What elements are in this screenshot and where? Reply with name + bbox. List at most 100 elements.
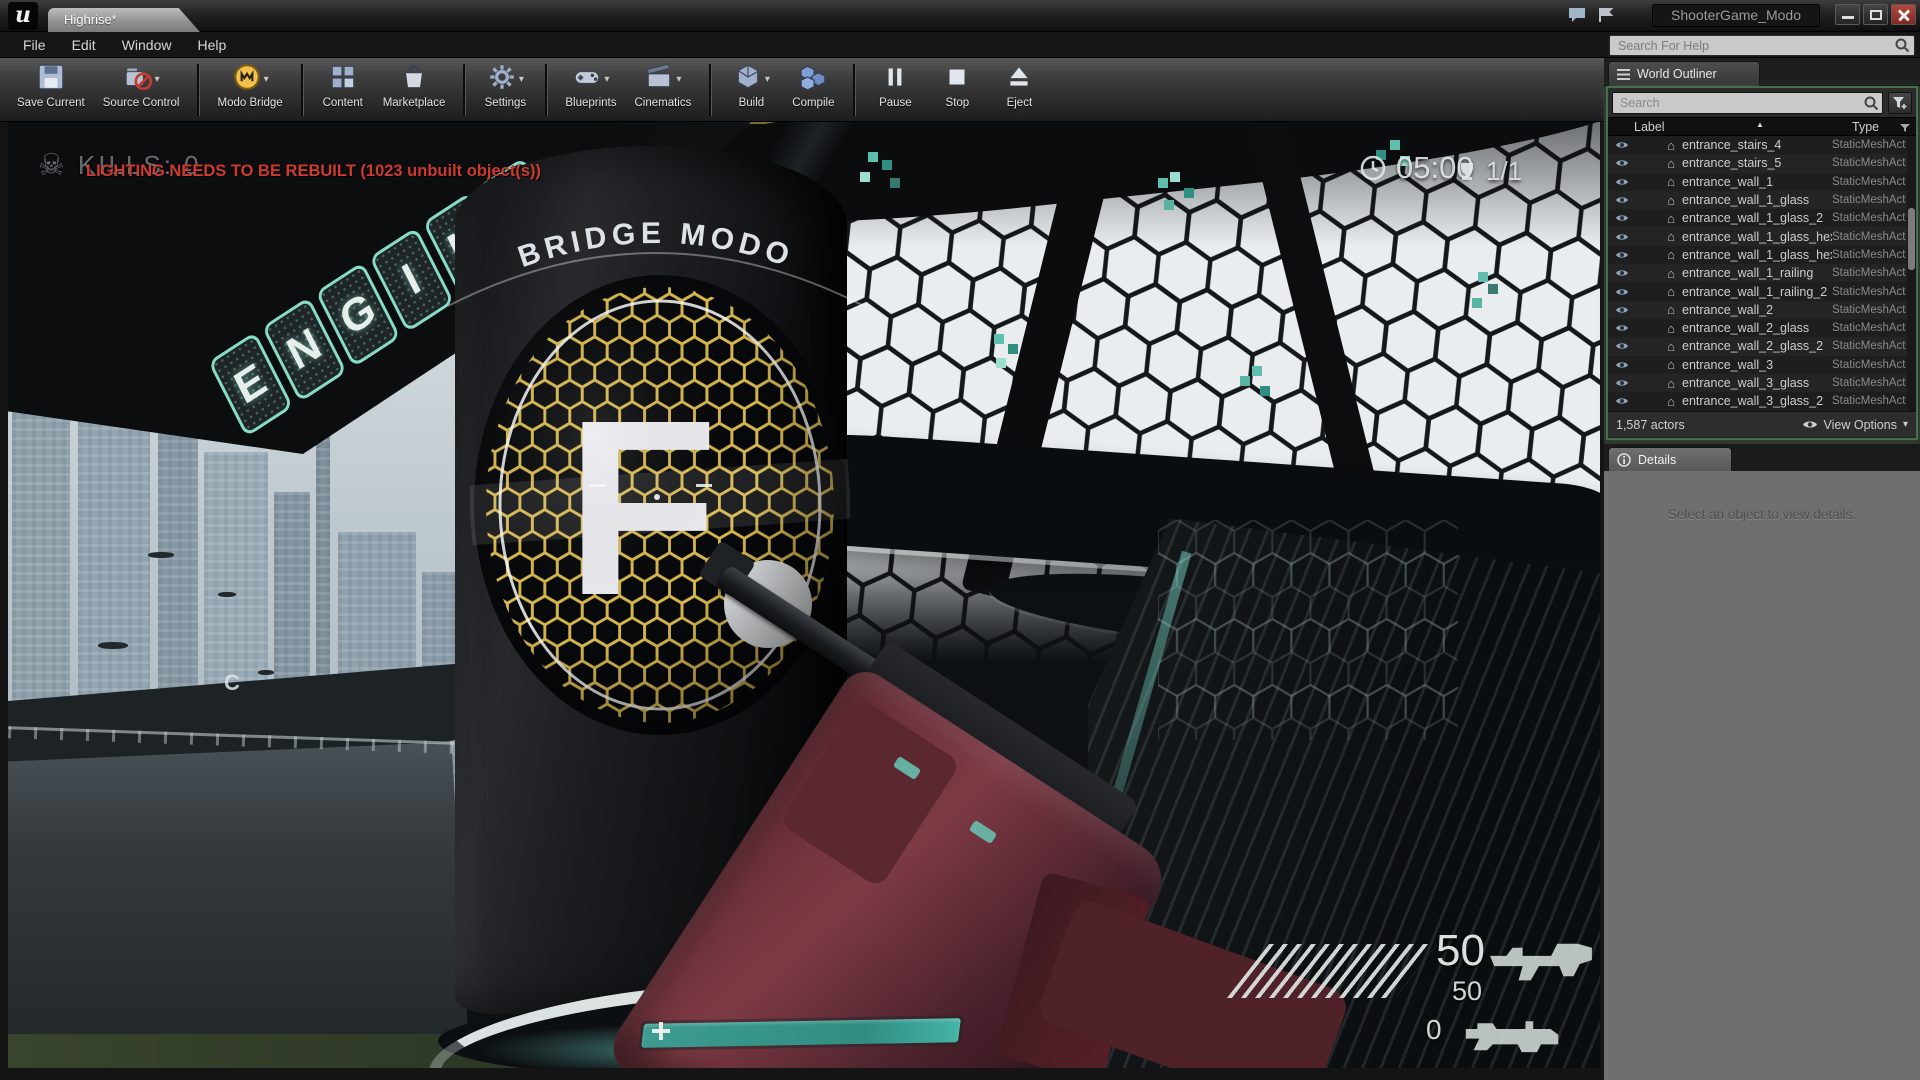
outliner-row[interactable]: ⌂entrance_wall_3_glassStaticMeshAct (1608, 374, 1916, 392)
crosshair-left (590, 484, 606, 487)
menu-help[interactable]: Help (186, 35, 237, 55)
dropdown-caret-icon[interactable]: ▾ (519, 74, 524, 85)
blueprints-button[interactable]: ▾ Blueprints (556, 61, 625, 110)
visibility-eye-icon[interactable] (1608, 177, 1636, 187)
outliner-row[interactable]: ⌂entrance_wall_1StaticMeshAct (1608, 173, 1916, 191)
content-button[interactable]: Content (312, 61, 374, 110)
visibility-eye-icon[interactable] (1608, 232, 1636, 242)
outliner-filter-button[interactable] (1888, 92, 1912, 114)
visibility-eye-icon[interactable] (1608, 195, 1636, 205)
static-mesh-icon: ⌂ (1660, 193, 1682, 208)
visibility-eye-icon[interactable] (1608, 268, 1636, 278)
cinematics-button[interactable]: ▾ Cinematics (625, 61, 700, 110)
outliner-row[interactable]: ⌂entrance_wall_1_glassStaticMeshAct (1608, 191, 1916, 209)
sort-ascending-icon[interactable]: ▲ (1756, 120, 1764, 129)
outliner-row[interactable]: ⌂entrance_wall_1_railingStaticMeshAct (1608, 264, 1916, 282)
clapperboard-icon (644, 62, 674, 97)
static-mesh-icon: ⌂ (1660, 266, 1682, 281)
visibility-eye-icon[interactable] (1608, 287, 1636, 297)
scene-teal-pixels (1158, 178, 1168, 188)
modo-bridge-button[interactable]: ▾ Modo Bridge (208, 61, 291, 110)
source-control-button[interactable]: ▾ Source Control (94, 61, 189, 110)
toolbar-label: Blueprints (565, 97, 616, 109)
visibility-eye-icon[interactable] (1608, 360, 1636, 370)
actor-type: StaticMeshAct (1832, 322, 1916, 334)
game-viewport[interactable]: E N G I N E C BRIDGE MODO F (8, 122, 1600, 1068)
outliner-row[interactable]: ⌂entrance_wall_3StaticMeshAct (1608, 356, 1916, 374)
world-outliner-tab[interactable]: World Outliner (1608, 61, 1760, 86)
maximize-button[interactable] (1863, 4, 1888, 25)
visibility-eye-icon[interactable] (1608, 341, 1636, 351)
actor-label: entrance_stairs_5 (1682, 156, 1832, 170)
details-panel: Select an object to view details. (1604, 471, 1920, 1080)
outliner-row[interactable]: ⌂entrance_wall_1_glass_hexStaticMeshAct (1608, 246, 1916, 264)
actor-type: StaticMeshAct (1832, 249, 1916, 261)
static-mesh-icon: ⌂ (1660, 174, 1682, 189)
visibility-eye-icon[interactable] (1608, 396, 1636, 406)
close-button[interactable] (1891, 4, 1916, 25)
level-tab[interactable]: Highrise* (48, 8, 200, 32)
visibility-eye-icon[interactable] (1608, 158, 1636, 168)
dropdown-caret-icon[interactable]: ▾ (264, 74, 269, 85)
visibility-eye-icon[interactable] (1608, 213, 1636, 223)
feedback-bubble-icon[interactable] (1567, 7, 1587, 23)
outliner-row[interactable]: ⌂entrance_wall_2_glassStaticMeshAct (1608, 319, 1916, 337)
outliner-row[interactable]: ⌂entrance_stairs_5StaticMeshAct (1608, 154, 1916, 172)
minimize-button[interactable] (1835, 4, 1860, 25)
outliner-search-input[interactable] (1612, 92, 1883, 114)
compile-cubes-icon (798, 62, 828, 97)
toolbar-separator (463, 64, 465, 116)
actor-label: entrance_wall_2_glass_2 (1682, 339, 1832, 353)
column-options-icon[interactable] (1899, 122, 1911, 136)
dropdown-caret-icon[interactable]: ▾ (765, 74, 770, 85)
visibility-eye-icon[interactable] (1608, 250, 1636, 260)
world-outliner-tab-label: World Outliner (1637, 67, 1717, 81)
marketplace-button[interactable]: Marketplace (374, 61, 455, 110)
actor-label: entrance_wall_2_glass (1682, 321, 1832, 335)
scrollbar-thumb[interactable] (1908, 208, 1915, 270)
settings-button[interactable]: ▾ Settings (474, 61, 536, 110)
outliner-row[interactable]: ⌂entrance_wall_1_glass_hexStaticMeshAct (1608, 227, 1916, 245)
actor-label: entrance_wall_1_glass (1682, 193, 1832, 207)
pause-button[interactable]: Pause (864, 61, 926, 110)
outliner-row[interactable]: ⌂entrance_wall_1_glass_2StaticMeshAct (1608, 209, 1916, 227)
actor-label: entrance_wall_1_railing_2 (1682, 285, 1832, 299)
compile-button[interactable]: Compile (782, 61, 844, 110)
actor-type: StaticMeshAct (1832, 377, 1916, 389)
source-control-icon (123, 62, 153, 97)
outliner-row-list[interactable]: ⌂entrance_stairs_4StaticMeshAct ⌂entranc… (1608, 136, 1916, 411)
menu-file[interactable]: File (12, 35, 57, 55)
visibility-eye-icon[interactable] (1608, 323, 1636, 333)
menu-edit[interactable]: Edit (61, 35, 107, 55)
gamepad-icon (572, 62, 602, 97)
score-value: 1/1 (1486, 156, 1522, 187)
column-type[interactable]: Type (1852, 120, 1879, 134)
menu-window[interactable]: Window (111, 35, 183, 55)
dropdown-caret-icon[interactable]: ▾ (155, 74, 160, 85)
outliner-row[interactable]: ⌂entrance_wall_3_glass_2StaticMeshAct (1608, 392, 1916, 410)
visibility-eye-icon[interactable] (1608, 378, 1636, 388)
title-bar[interactable]: u Highrise* ShooterGame_Modo (0, 0, 1920, 32)
details-tab[interactable]: Details (1608, 447, 1732, 471)
outliner-row[interactable]: ⌂entrance_wall_1_railing_2StaticMeshAct (1608, 282, 1916, 300)
save-current-button[interactable]: Save Current (8, 61, 94, 110)
column-label[interactable]: Label (1634, 120, 1665, 134)
dropdown-caret-icon[interactable]: ▾ (676, 74, 681, 85)
help-search-input[interactable] (1609, 35, 1915, 56)
visibility-eye-icon[interactable] (1608, 140, 1636, 150)
visibility-eye-icon[interactable] (1608, 305, 1636, 315)
outliner-scrollbar[interactable] (1907, 136, 1916, 411)
flag-icon[interactable] (1597, 7, 1617, 23)
stop-button[interactable]: Stop (926, 61, 988, 110)
build-button[interactable]: ▾ Build (720, 61, 782, 110)
outliner-row[interactable]: ⌂entrance_stairs_4StaticMeshAct (1608, 136, 1916, 154)
scene-teal-pixels (1478, 272, 1488, 282)
dropdown-caret-icon[interactable]: ▾ (604, 74, 609, 85)
chevron-down-icon: ▾ (1903, 419, 1908, 430)
static-mesh-icon: ⌂ (1660, 211, 1682, 226)
view-options-button[interactable]: View Options ▾ (1802, 418, 1908, 432)
outliner-column-header[interactable]: Label ▲ Type (1608, 117, 1916, 136)
eject-button[interactable]: Eject (988, 61, 1050, 110)
outliner-row[interactable]: ⌂entrance_wall_2StaticMeshAct (1608, 301, 1916, 319)
outliner-row[interactable]: ⌂entrance_wall_2_glass_2StaticMeshAct (1608, 337, 1916, 355)
